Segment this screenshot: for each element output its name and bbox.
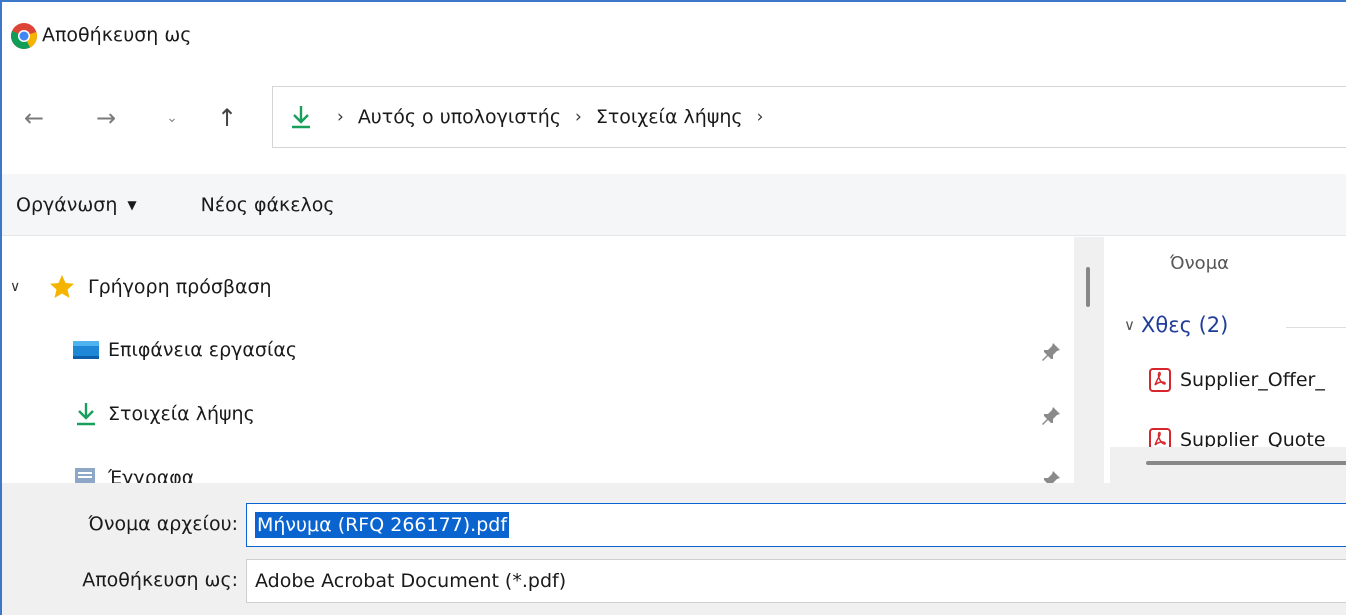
tree-item-label: Στοιχεία λήψης xyxy=(108,403,255,425)
scrollbar-thumb[interactable] xyxy=(1146,461,1346,465)
column-header-name[interactable]: Όνομα xyxy=(1170,253,1229,274)
download-icon xyxy=(292,106,310,129)
download-icon xyxy=(77,403,95,426)
quick-access-label: Γρήγορη πρόσβαση xyxy=(88,276,272,298)
pin-icon[interactable] xyxy=(1040,341,1062,363)
breadcrumb-separator-icon: › xyxy=(337,107,344,127)
chevron-down-icon: ⌄ xyxy=(166,110,178,126)
scrollbar-thumb[interactable] xyxy=(1086,267,1090,307)
breadcrumb-separator-icon[interactable]: › xyxy=(757,107,764,127)
navigation-pane: ∨ Γρήγορη πρόσβαση Επιφάνεια εργασίας Στ… xyxy=(2,237,1074,483)
address-bar[interactable]: › Αυτός ο υπολογιστής › Στοιχεία λήψης › xyxy=(272,86,1346,148)
breadcrumb-downloads[interactable]: Στοιχεία λήψης xyxy=(596,106,743,128)
desktop-icon xyxy=(73,341,99,359)
organize-button[interactable]: Οργάνωση ▼ xyxy=(16,194,137,216)
filelist-scrollbar[interactable] xyxy=(1110,447,1346,483)
tree-item-label: Επιφάνεια εργασίας xyxy=(108,339,298,361)
window-title: Αποθήκευση ως xyxy=(42,24,192,46)
filename-label: Όνομα αρχείου: xyxy=(88,513,238,535)
chevron-down-icon[interactable]: ∨ xyxy=(10,279,30,295)
tree-item-desktop[interactable]: Επιφάνεια εργασίας xyxy=(72,337,297,363)
caret-down-icon: ▼ xyxy=(127,197,137,212)
file-list: Όνομα ∨ Χθες (2) Supplier_Offer_ Supplie… xyxy=(1110,237,1346,483)
chrome-app-icon xyxy=(11,23,37,49)
arrow-left-icon: ← xyxy=(23,104,45,132)
pdf-icon xyxy=(1149,368,1171,392)
arrow-right-icon: → xyxy=(95,104,117,132)
title-bar: Αποθήκευση ως xyxy=(2,2,1346,70)
save-as-type-value: Adobe Acrobat Document (*.pdf) xyxy=(255,570,567,592)
save-options-panel: Όνομα αρχείου: Μήνυμα (RFQ 266177).pdf Α… xyxy=(2,483,1346,615)
new-folder-button[interactable]: Νέος φάκελος xyxy=(201,194,335,216)
navpane-scrollbar[interactable] xyxy=(1074,237,1104,483)
breadcrumb-this-pc[interactable]: Αυτός ο υπολογιστής xyxy=(358,106,561,128)
pin-icon[interactable] xyxy=(1040,469,1062,483)
group-divider xyxy=(1286,327,1346,328)
breadcrumb-separator-icon: › xyxy=(575,107,582,127)
tree-item-documents[interactable]: Έγγραφα xyxy=(72,465,194,483)
documents-icon xyxy=(75,468,95,483)
star-icon xyxy=(50,275,74,298)
command-toolbar: Οργάνωση ▼ Νέος φάκελος xyxy=(2,174,1346,236)
file-item[interactable]: Supplier_Offer_ xyxy=(1148,367,1325,393)
navigation-bar: ← → ⌄ ↑ › Αυτός ο υπολογιστής › Στοιχεία… xyxy=(2,80,1346,156)
organize-label: Οργάνωση xyxy=(16,193,118,216)
filename-value: Μήνυμα (RFQ 266177).pdf xyxy=(255,512,510,538)
tree-item-quick-access[interactable]: ∨ Γρήγορη πρόσβαση xyxy=(10,273,272,301)
tree-item-label: Έγγραφα xyxy=(108,467,195,483)
tree-item-downloads[interactable]: Στοιχεία λήψης xyxy=(72,401,255,427)
pin-icon[interactable] xyxy=(1040,405,1062,427)
arrow-up-icon: ↑ xyxy=(216,104,238,132)
recent-locations-button[interactable]: ⌄ xyxy=(157,100,187,136)
new-folder-label: Νέος φάκελος xyxy=(200,193,335,216)
forward-button[interactable]: → xyxy=(86,100,126,136)
filename-input[interactable]: Μήνυμα (RFQ 266177).pdf xyxy=(246,503,1346,547)
group-label: Χθες (2) xyxy=(1140,313,1229,337)
save-as-type-label: Αποθήκευση ως: xyxy=(82,569,238,591)
up-button[interactable]: ↑ xyxy=(207,100,247,136)
file-name: Supplier_Offer_ xyxy=(1180,369,1325,391)
save-as-type-select[interactable]: Adobe Acrobat Document (*.pdf) xyxy=(246,559,1346,603)
chevron-down-icon: ∨ xyxy=(1124,316,1135,334)
group-header-yesterday[interactable]: ∨ Χθες (2) xyxy=(1124,313,1228,337)
back-button[interactable]: ← xyxy=(14,100,54,136)
save-as-dialog: Αποθήκευση ως ← → ⌄ ↑ › Αυτός ο υπολογισ… xyxy=(0,0,1346,615)
